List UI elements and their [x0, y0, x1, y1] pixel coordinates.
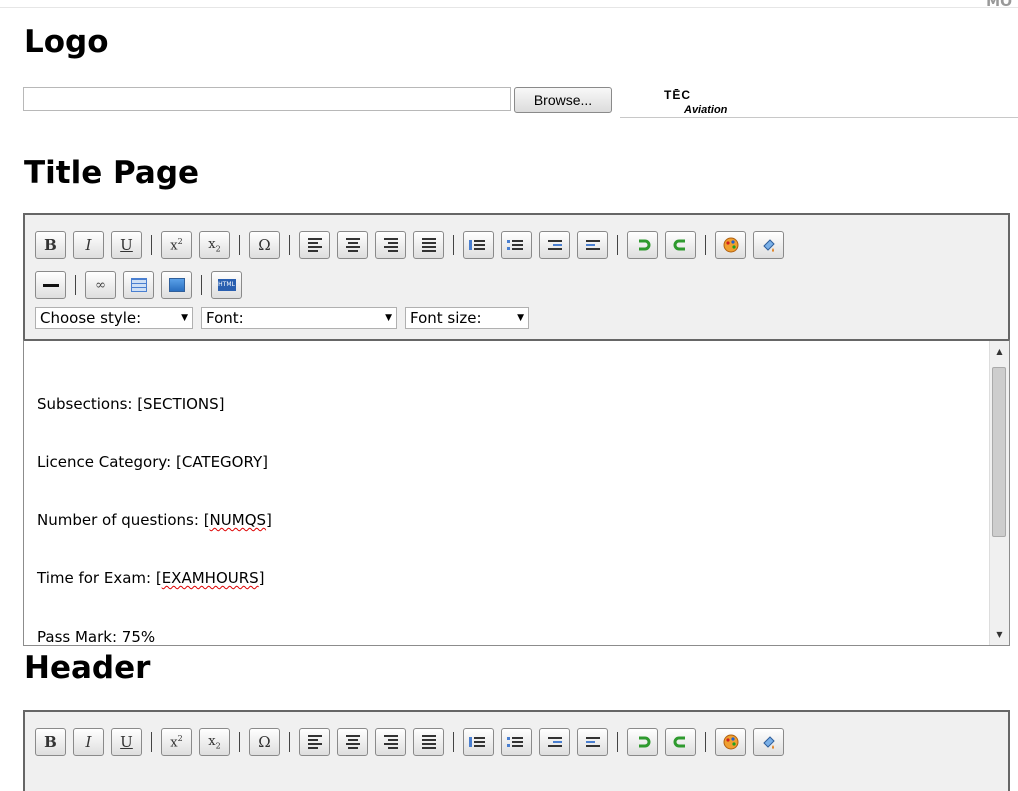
editor-line: Licence Category: [CATEGORY]	[37, 453, 268, 471]
subscript-icon[interactable]: x2	[199, 728, 230, 756]
toolbar-separator	[239, 732, 240, 752]
browse-button[interactable]: Browse...	[514, 87, 612, 113]
undo-icon[interactable]	[627, 728, 658, 756]
scroll-down-arrow-icon[interactable]: ▼	[990, 626, 1009, 644]
corner-text: MO	[986, 0, 1012, 10]
header-toolbar: B I U x2 x2 Ω	[23, 710, 1010, 791]
bold-icon[interactable]: B	[35, 728, 66, 756]
editor-line: Subsections: [SECTIONS]	[37, 395, 225, 413]
italic-icon[interactable]: I	[73, 728, 104, 756]
top-divider	[0, 7, 1018, 8]
toolbar-separator	[705, 235, 706, 255]
indent-icon[interactable]	[577, 728, 608, 756]
title-page-toolbar: B I U x2 x2 Ω ∞ HTML Choose style: ▼ Fon…	[23, 213, 1010, 340]
align-right-icon[interactable]	[375, 728, 406, 756]
ordered-list-icon[interactable]	[463, 231, 494, 259]
logo-image-text-top: TĒC	[664, 88, 691, 102]
bold-icon[interactable]: B	[35, 231, 66, 259]
html-source-icon[interactable]: HTML	[211, 271, 242, 299]
toolbar-separator	[75, 275, 76, 295]
toolbar-separator	[289, 235, 290, 255]
align-center-icon[interactable]	[337, 231, 368, 259]
toolbar-separator	[151, 235, 152, 255]
toolbar-separator	[453, 732, 454, 752]
align-justify-icon[interactable]	[413, 231, 444, 259]
font-size-select[interactable]: Font size: ▼	[405, 307, 529, 329]
redo-icon[interactable]	[665, 231, 696, 259]
toolbar-row-2: ∞ HTML	[35, 271, 249, 299]
outdent-icon[interactable]	[539, 728, 570, 756]
align-left-icon[interactable]	[299, 231, 330, 259]
spellcheck-token: NUMQS	[209, 511, 267, 529]
text-color-icon[interactable]	[715, 231, 746, 259]
header-heading: Header	[24, 650, 151, 686]
undo-icon[interactable]	[627, 231, 658, 259]
image-icon[interactable]	[161, 271, 192, 299]
editor-line: Pass Mark: 75%	[37, 628, 156, 646]
spellcheck-token: EXAMHOURS	[161, 569, 259, 587]
text-color-icon[interactable]	[715, 728, 746, 756]
subscript-icon[interactable]: x2	[199, 231, 230, 259]
editor-scrollbar[interactable]: ▲ ▼	[989, 341, 1009, 645]
unordered-list-icon[interactable]	[501, 231, 532, 259]
align-left-icon[interactable]	[299, 728, 330, 756]
toolbar-separator	[617, 235, 618, 255]
title-page-editor[interactable]: Subsections: [SECTIONS] Licence Category…	[23, 339, 1010, 646]
special-char-icon[interactable]: Ω	[249, 231, 280, 259]
outdent-icon[interactable]	[539, 231, 570, 259]
logo-image-underline	[620, 117, 1018, 118]
editor-line: Number of questions: [NUMQS]	[37, 511, 272, 529]
logo-file-input[interactable]	[23, 87, 511, 111]
toolbar-row-1: B I U x2 x2 Ω	[35, 231, 791, 259]
italic-icon[interactable]: I	[73, 231, 104, 259]
table-icon[interactable]	[123, 271, 154, 299]
toolbar-separator	[239, 235, 240, 255]
background-color-icon[interactable]	[753, 728, 784, 756]
horizontal-rule-icon[interactable]	[35, 271, 66, 299]
toolbar-separator	[201, 275, 202, 295]
toolbar-separator	[705, 732, 706, 752]
logo-heading: Logo	[24, 24, 109, 60]
font-select[interactable]: Font: ▼	[201, 307, 397, 329]
toolbar-separator	[617, 732, 618, 752]
background-color-icon[interactable]	[753, 231, 784, 259]
underline-icon[interactable]: U	[111, 231, 142, 259]
superscript-icon[interactable]: x2	[161, 231, 192, 259]
align-center-icon[interactable]	[337, 728, 368, 756]
special-char-icon[interactable]: Ω	[249, 728, 280, 756]
align-right-icon[interactable]	[375, 231, 406, 259]
logo-image-text-bottom: Aviation	[684, 104, 728, 116]
toolbar-separator	[289, 732, 290, 752]
underline-icon[interactable]: U	[111, 728, 142, 756]
superscript-icon[interactable]: x2	[161, 728, 192, 756]
unordered-list-icon[interactable]	[501, 728, 532, 756]
scroll-up-arrow-icon[interactable]: ▲	[990, 343, 1009, 361]
scrollbar-thumb[interactable]	[992, 367, 1006, 537]
editor-line: Time for Exam: [EXAMHOURS]	[37, 569, 265, 587]
ordered-list-icon[interactable]	[463, 728, 494, 756]
link-icon[interactable]: ∞	[85, 271, 116, 299]
toolbar-separator	[151, 732, 152, 752]
toolbar-row-1: B I U x2 x2 Ω	[35, 728, 791, 756]
toolbar-row-3: Choose style: ▼ Font: ▼ Font size: ▼	[35, 307, 537, 329]
style-select[interactable]: Choose style: ▼	[35, 307, 193, 329]
redo-icon[interactable]	[665, 728, 696, 756]
toolbar-separator	[453, 235, 454, 255]
align-justify-icon[interactable]	[413, 728, 444, 756]
indent-icon[interactable]	[577, 231, 608, 259]
title-page-heading: Title Page	[24, 155, 200, 191]
